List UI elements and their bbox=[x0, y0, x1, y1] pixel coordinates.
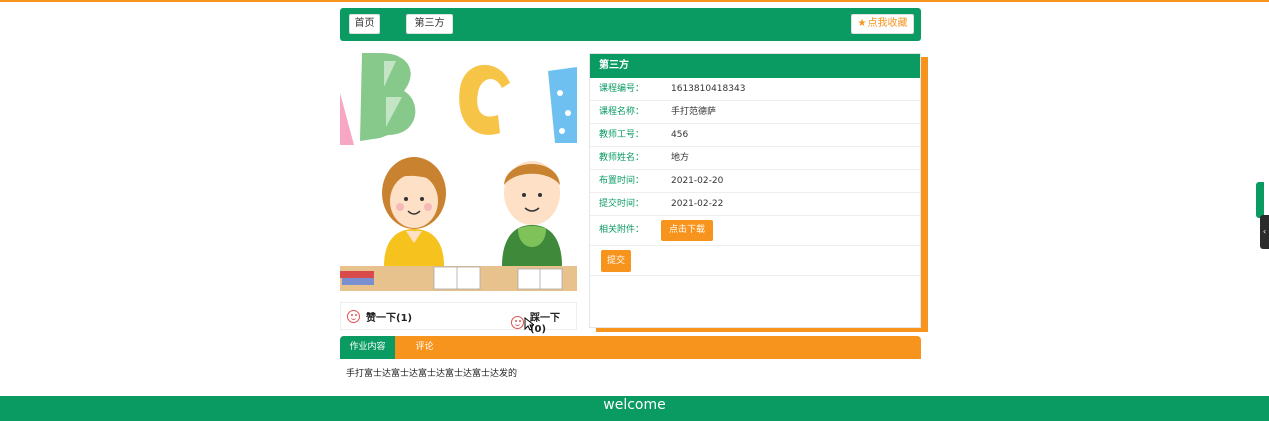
tab-comments[interactable]: 评论 bbox=[397, 336, 452, 359]
field-value: 1613810418343 bbox=[671, 84, 746, 94]
detail-panel: 第三方 课程编号： 1613810418343 课程名称： 手打范德萨 教师工号… bbox=[589, 53, 921, 328]
detail-title: 第三方 bbox=[590, 54, 920, 78]
field-value: 地方 bbox=[671, 153, 690, 163]
vote-bar: 赞一下(1) 踩一下(0) bbox=[340, 302, 577, 335]
favorite-button[interactable]: ★点我收藏 bbox=[851, 14, 914, 34]
field-value: 2021-02-20 bbox=[671, 176, 724, 186]
detail-row-course-name: 课程名称： 手打范德萨 bbox=[590, 101, 920, 124]
homework-content-text: 手打富士达富士达富士达富士达富士达发的 bbox=[346, 369, 518, 379]
field-label: 提交时间： bbox=[599, 199, 645, 209]
download-button[interactable]: 点击下载 bbox=[661, 220, 713, 241]
submit-row: 提交 bbox=[590, 246, 920, 276]
detail-row-assign-time: 布置时间： 2021-02-20 bbox=[590, 170, 920, 193]
smile-icon bbox=[347, 310, 360, 323]
star-icon: ★ bbox=[857, 18, 867, 29]
top-navbar: 首页 第三方 ★点我收藏 bbox=[340, 8, 921, 41]
top-accent-line bbox=[0, 0, 1269, 2]
detail-row-teacher-id: 教师工号： 456 bbox=[590, 124, 920, 147]
detail-row-attachment: 相关附件： 点击下载 bbox=[590, 216, 920, 246]
field-label: 相关附件： bbox=[599, 225, 645, 235]
dislike-label: 踩一下(0) bbox=[529, 313, 560, 335]
course-cover-image bbox=[340, 53, 577, 291]
nav-home-button[interactable]: 首页 bbox=[349, 14, 380, 34]
nav-category-button[interactable]: 第三方 bbox=[406, 14, 453, 34]
footer-text: welcome bbox=[603, 397, 666, 413]
mouse-cursor-icon bbox=[524, 317, 534, 331]
detail-row-course-id: 课程编号： 1613810418343 bbox=[590, 78, 920, 101]
footer: welcome bbox=[0, 396, 1269, 421]
content-tabs: 作业内容 评论 bbox=[340, 336, 921, 359]
dislike-button[interactable]: 踩一下(0) bbox=[511, 309, 576, 335]
detail-row-submit-time: 提交时间： 2021-02-22 bbox=[590, 193, 920, 216]
field-label: 教师工号： bbox=[599, 130, 645, 140]
like-label: 赞一下(1) bbox=[366, 313, 413, 324]
field-label: 课程名称： bbox=[599, 107, 645, 117]
tab-homework-content[interactable]: 作业内容 bbox=[340, 336, 395, 359]
field-label: 课程编号： bbox=[599, 84, 645, 94]
detail-row-teacher-name: 教师姓名： 地方 bbox=[590, 147, 920, 170]
field-value: 456 bbox=[671, 130, 689, 140]
smile-icon bbox=[511, 315, 524, 329]
submit-button[interactable]: 提交 bbox=[601, 250, 631, 272]
field-value: 2021-02-22 bbox=[671, 199, 724, 209]
field-label: 布置时间： bbox=[599, 176, 645, 186]
field-label: 教师姓名： bbox=[599, 153, 645, 163]
side-collapse-tab[interactable]: ‹ bbox=[1260, 215, 1269, 249]
like-button[interactable]: 赞一下(1) bbox=[347, 309, 412, 324]
favorite-label: 点我收藏 bbox=[867, 18, 908, 29]
side-float-tab[interactable] bbox=[1256, 182, 1264, 218]
kids-abc-illustration bbox=[340, 53, 577, 291]
field-value: 手打范德萨 bbox=[671, 107, 717, 117]
chevron-left-icon: ‹ bbox=[1262, 227, 1267, 236]
